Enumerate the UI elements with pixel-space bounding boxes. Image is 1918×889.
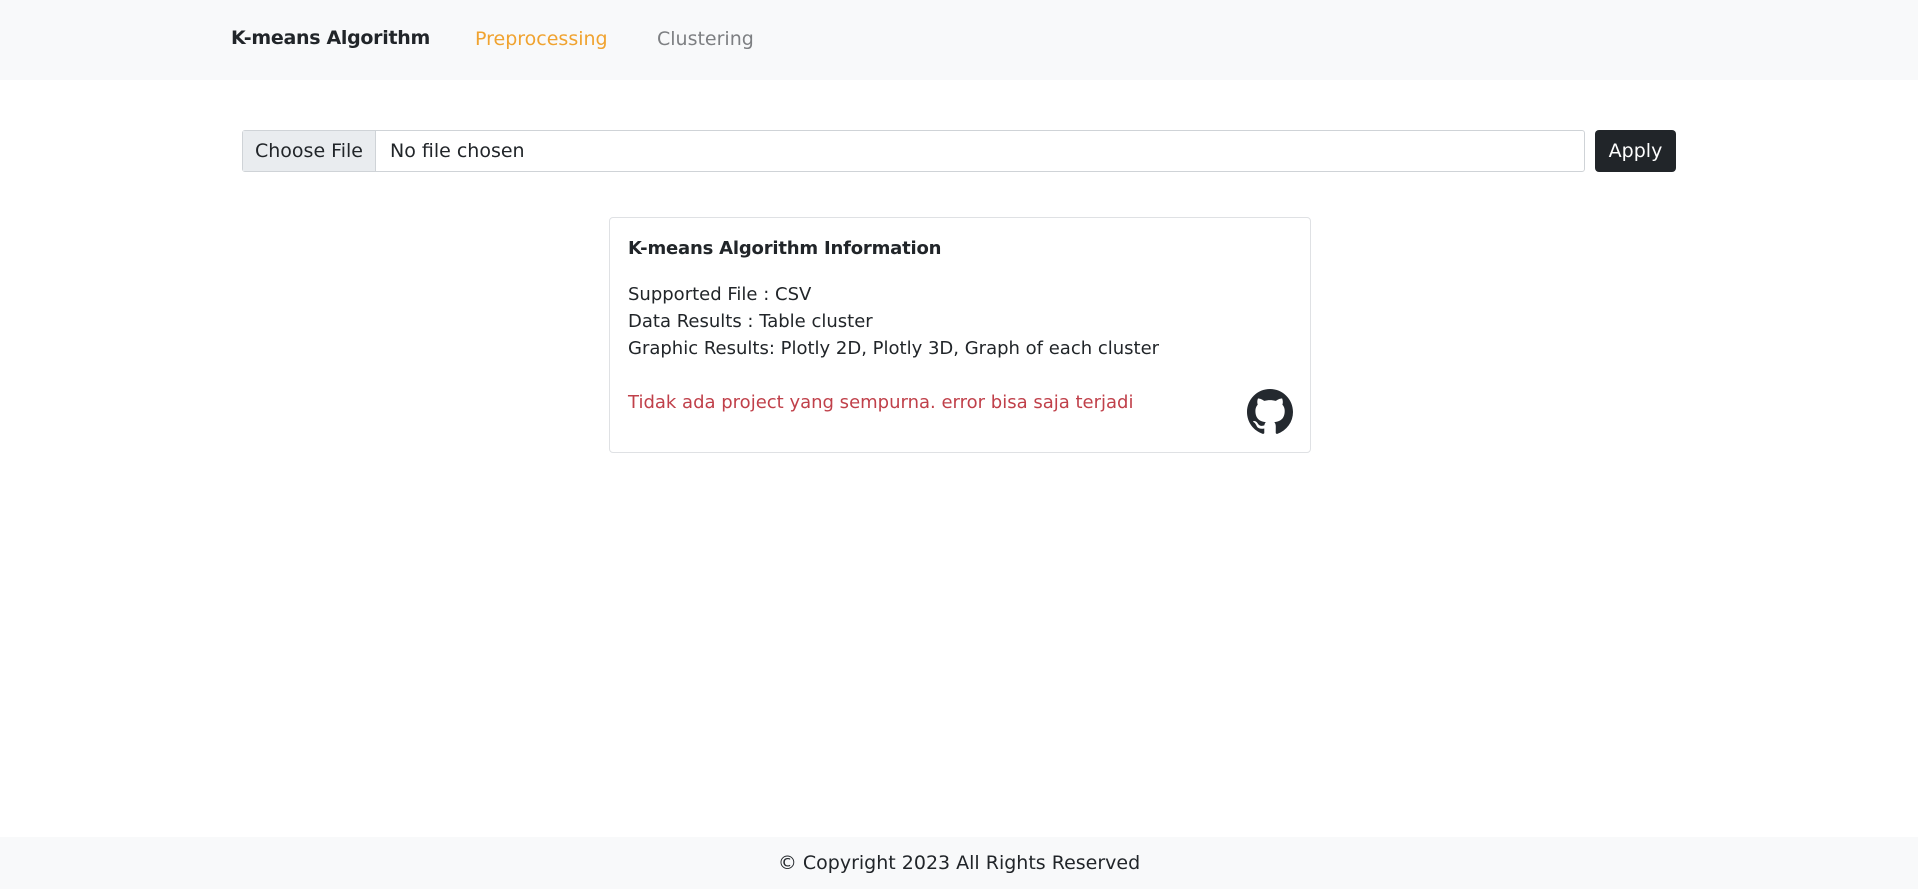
file-input[interactable]: Choose File No file chosen [242, 130, 1585, 172]
card-title: K-means Algorithm Information [628, 238, 942, 259]
info-card: K-means Algorithm Information Supported … [609, 217, 1311, 453]
footer: © Copyright 2023 All Rights Reserved [0, 837, 1918, 889]
nav-link-preprocessing[interactable]: Preprocessing [475, 28, 608, 50]
nav-link-clustering[interactable]: Clustering [657, 28, 754, 50]
info-line-graphic-results: Graphic Results: Plotly 2D, Plotly 3D, G… [628, 338, 1160, 359]
apply-button[interactable]: Apply [1595, 130, 1676, 172]
navbar-brand[interactable]: K-means Algorithm [231, 27, 430, 49]
warning-text: Tidak ada project yang sempurna. error b… [628, 392, 1134, 413]
info-line-data-results: Data Results : Table cluster [628, 311, 873, 332]
github-icon[interactable] [1247, 389, 1293, 435]
choose-file-button[interactable]: Choose File [243, 131, 376, 171]
navbar: K-means Algorithm Preprocessing Clusteri… [0, 0, 1918, 80]
file-status-text: No file chosen [390, 140, 525, 162]
footer-copyright: © Copyright 2023 All Rights Reserved [777, 852, 1141, 874]
info-line-supported-file: Supported File : CSV [628, 284, 812, 305]
